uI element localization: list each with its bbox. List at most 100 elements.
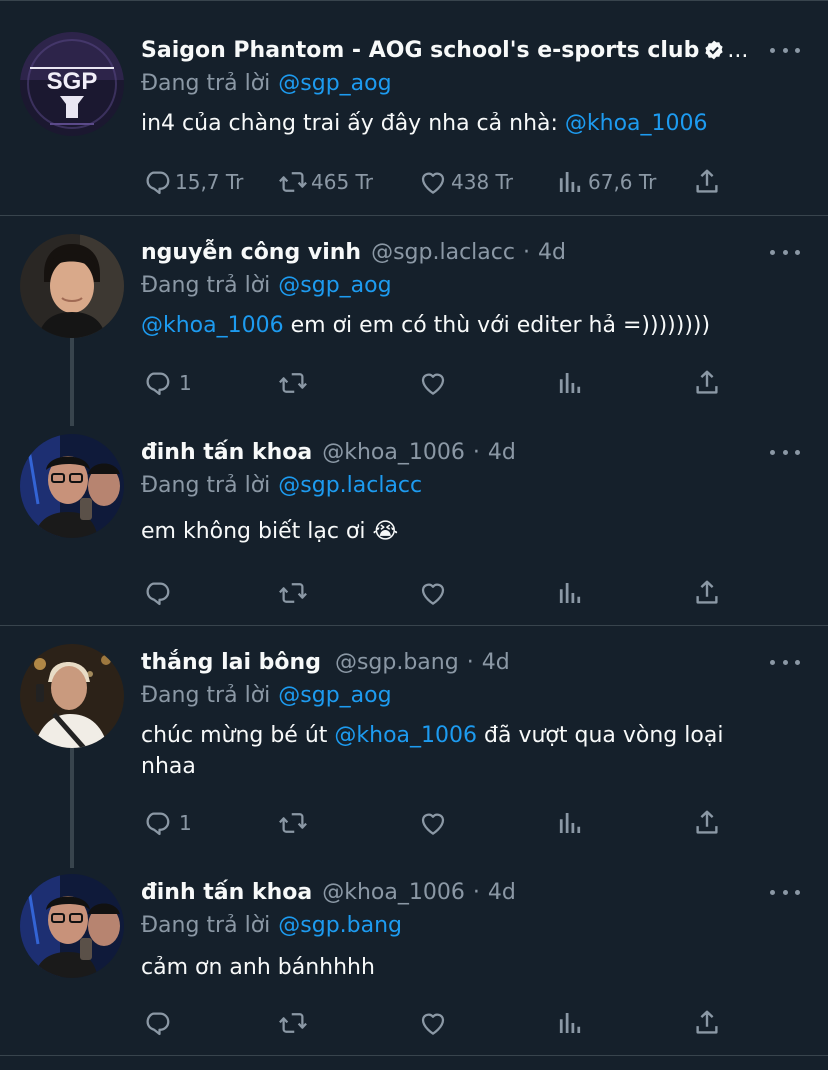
like-button[interactable] [417, 578, 449, 608]
retweet-button[interactable] [277, 368, 309, 398]
replying-to-label: Đang trả lời [141, 912, 271, 938]
retweet-icon [277, 808, 309, 838]
handle[interactable]: @sgp.bang [335, 650, 459, 675]
share-button[interactable] [691, 167, 723, 197]
divider [0, 0, 828, 1]
divider [0, 215, 828, 216]
avatar[interactable] [20, 644, 124, 748]
views-icon [554, 1008, 586, 1038]
reply-button[interactable]: 15,7 Tr [141, 167, 243, 197]
timestamp[interactable]: 4d [538, 240, 566, 265]
more-icon[interactable] [770, 38, 800, 62]
retweet-button[interactable] [277, 808, 309, 838]
reply-icon [141, 578, 173, 608]
display-name[interactable]: Saigon Phantom - AOG school's e-sports c… [141, 38, 699, 63]
action-bar [141, 578, 741, 608]
reply-icon [141, 368, 173, 398]
views-count: 67,6 Tr [588, 170, 657, 194]
avatar[interactable] [20, 434, 124, 538]
divider [0, 625, 828, 626]
tweet-text-part: em ơi em có thù với editer hả =)))))))) [283, 313, 711, 338]
share-button[interactable] [691, 808, 723, 838]
more-icon[interactable] [770, 240, 800, 264]
reply-button[interactable] [141, 578, 173, 608]
retweet-icon [277, 578, 309, 608]
display-name[interactable]: nguyễn công vinh [141, 240, 361, 265]
tweet-text: in4 của chàng trai ấy đây nha cả nhà: @k… [141, 108, 771, 139]
retweet-button[interactable] [277, 1008, 309, 1038]
action-bar: 1 [141, 368, 741, 398]
replying-to: Đang trả lời @sgp.bang [141, 910, 402, 940]
replying-to: Đang trả lời @sgp_aog [141, 680, 392, 710]
replying-to-mention[interactable]: @sgp_aog [278, 71, 391, 96]
tweet-text-part: cảm ơn anh bánhhhh [141, 955, 375, 980]
views-icon [554, 368, 586, 398]
share-icon [691, 167, 723, 197]
replying-to-mention[interactable]: @sgp_aog [278, 683, 391, 708]
avatar[interactable]: SGP [20, 32, 124, 136]
share-icon [691, 1008, 723, 1038]
replying-to-mention[interactable]: @sgp.bang [278, 913, 402, 938]
reply-count: 15,7 Tr [175, 170, 244, 194]
tweet-header: thắng lai bông @sgp.bang · 4d [141, 644, 510, 680]
tweet-mention[interactable]: @khoa_1006 [565, 111, 708, 136]
more-icon[interactable] [770, 440, 800, 464]
views-button[interactable] [554, 578, 586, 608]
tweet-mention[interactable]: @khoa_1006 [141, 313, 284, 338]
replying-to-mention[interactable]: @sgp_aog [278, 273, 391, 298]
like-button[interactable] [417, 368, 449, 398]
tweet-text: chúc mừng bé út @khoa_1006 đã vượt qua v… [141, 720, 761, 782]
share-button[interactable] [691, 368, 723, 398]
display-name[interactable]: đinh tấn khoa [141, 880, 312, 905]
tweet[interactable]: thắng lai bông @sgp.bang · 4d Đang trả l… [0, 644, 828, 844]
retweet-icon [277, 368, 309, 398]
replying-to-mention[interactable]: @sgp.laclacc [278, 473, 422, 498]
like-button[interactable] [417, 1008, 449, 1038]
share-button[interactable] [691, 578, 723, 608]
like-button[interactable]: 438 Tr [417, 167, 513, 197]
share-button[interactable] [691, 1008, 723, 1038]
handle[interactable]: @sgp.laclacc [371, 240, 515, 265]
retweet-button[interactable]: 465 Tr [277, 167, 373, 197]
timestamp[interactable]: 4d [488, 880, 516, 905]
like-icon [417, 1008, 449, 1038]
views-button[interactable] [554, 368, 586, 398]
like-button[interactable] [417, 808, 449, 838]
views-icon [554, 167, 586, 197]
display-name[interactable]: đinh tấn khoa [141, 440, 312, 465]
tweet[interactable]: SGP Saigon Phantom - AOG school's e-spor… [0, 32, 828, 212]
reply-count: 1 [179, 811, 192, 835]
reply-button[interactable]: 1 [141, 368, 192, 398]
like-count: 438 Tr [451, 170, 514, 194]
reply-button[interactable] [141, 1008, 173, 1038]
separator: · [472, 879, 480, 905]
tweet-text-part: in4 của chàng trai ấy đây nha cả nhà: [141, 111, 565, 136]
avatar[interactable] [20, 234, 124, 338]
tweet-text: cảm ơn anh bánhhhh [141, 952, 771, 983]
verified-badge-icon [703, 39, 725, 61]
retweet-button[interactable] [277, 578, 309, 608]
more-icon[interactable] [770, 880, 800, 904]
avatar[interactable] [20, 874, 124, 978]
like-icon [417, 808, 449, 838]
action-bar: 1 [141, 808, 741, 838]
tweet-text: @khoa_1006 em ơi em có thù với editer hả… [141, 310, 771, 341]
tweet[interactable]: đinh tấn khoa @khoa_1006 · 4d Đang trả l… [0, 874, 828, 1044]
tweet[interactable]: đinh tấn khoa @khoa_1006 · 4d Đang trả l… [0, 434, 828, 604]
replying-to: Đang trả lời @sgp_aog [141, 270, 392, 300]
like-icon [417, 167, 449, 197]
handle[interactable]: @khoa_1006 [322, 440, 465, 465]
timestamp[interactable]: 4d [488, 440, 516, 465]
tweet-mention[interactable]: @khoa_1006 [334, 723, 477, 748]
views-button[interactable]: 67,6 Tr [554, 167, 656, 197]
views-button[interactable] [554, 1008, 586, 1038]
views-button[interactable] [554, 808, 586, 838]
tweet[interactable]: nguyễn công vinh @sgp.laclacc · 4d Đang … [0, 234, 828, 404]
timestamp[interactable]: 4d [482, 650, 510, 675]
reply-feed: SGP Saigon Phantom - AOG school's e-spor… [0, 0, 828, 1070]
more-icon[interactable] [770, 650, 800, 674]
reply-button[interactable]: 1 [141, 808, 192, 838]
tweet-text: em không biết lạc ơi 😭 [141, 516, 771, 547]
handle[interactable]: @khoa_1006 [322, 880, 465, 905]
display-name[interactable]: thắng lai bông [141, 650, 321, 675]
